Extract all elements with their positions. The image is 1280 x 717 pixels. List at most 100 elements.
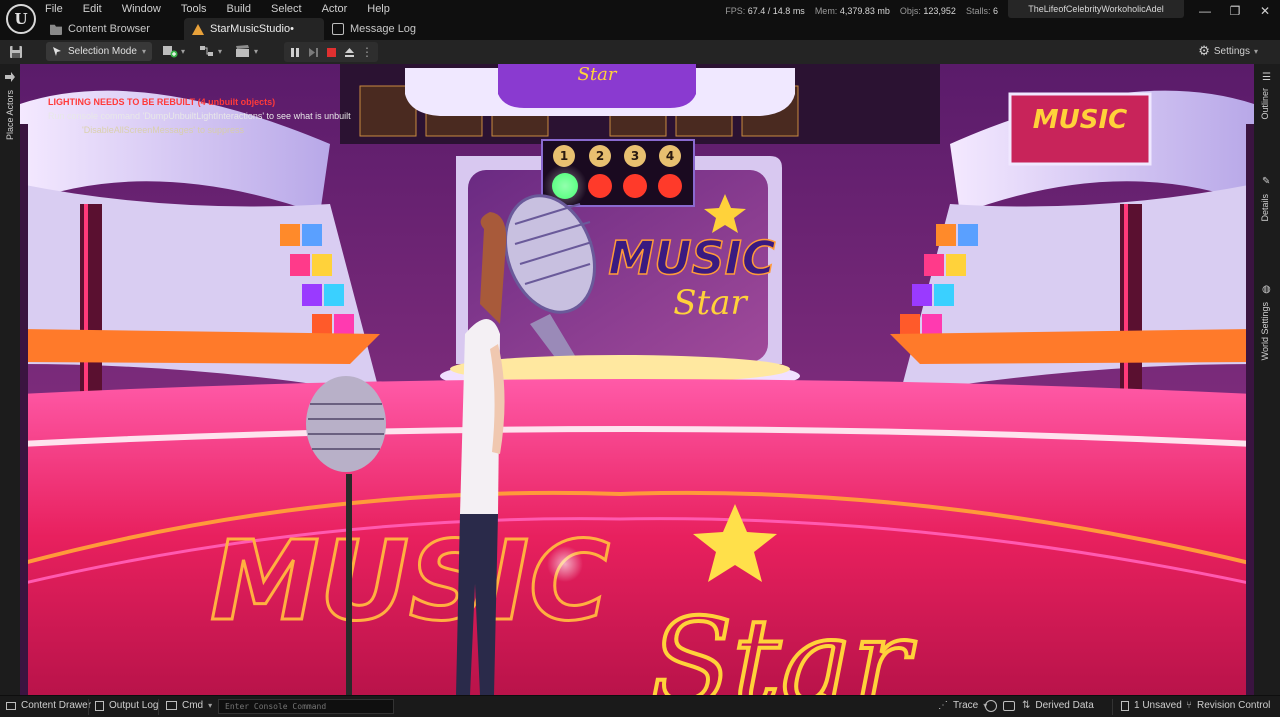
tab-label: StarMusicStudio•: [210, 23, 294, 35]
stop-button[interactable]: [322, 43, 340, 61]
window-controls: — ❐ ✕: [1190, 0, 1280, 22]
menu-edit[interactable]: Edit: [83, 3, 112, 15]
stop-icon: [326, 47, 336, 57]
main-menu: File Edit Window Tools Build Select Acto…: [45, 3, 410, 15]
suppress-hint: 'DisableAllScreenMessages' to suppress: [82, 125, 245, 135]
trace-label: Trace: [953, 700, 979, 711]
world-settings-tab[interactable]: World Settings: [1260, 302, 1270, 360]
file-icon: [1121, 700, 1129, 711]
close-button[interactable]: ✕: [1250, 0, 1280, 22]
screen-music-text: MUSIC: [608, 231, 775, 285]
add-actor-icon: [163, 46, 178, 58]
tab-content-browser[interactable]: Content Browser: [42, 18, 184, 40]
content-drawer-button[interactable]: Content Drawer: [6, 700, 91, 711]
right-sidebar: ☰ Outliner ✎ Details ◍ World Settings: [1254, 64, 1280, 695]
tab-star-music-studio[interactable]: StarMusicStudio•: [184, 18, 324, 40]
menu-build[interactable]: Build: [227, 3, 261, 15]
eject-button[interactable]: [340, 43, 358, 61]
unsaved-button[interactable]: 1 Unsaved: [1121, 700, 1182, 711]
settings-button[interactable]: ⚙ Settings ▾: [1198, 43, 1258, 59]
eject-icon: [344, 47, 354, 57]
chevron-down-icon: ▾: [208, 701, 213, 710]
output-log-button[interactable]: Output Log: [95, 700, 158, 711]
derived-data-label: Derived Data: [1035, 700, 1094, 711]
add-actor-button[interactable]: ▾: [162, 44, 185, 58]
outliner-tab[interactable]: Outliner: [1260, 88, 1270, 120]
branch-icon: ⑂: [1186, 700, 1192, 711]
chevron-down-icon: ▾: [141, 47, 146, 56]
level-icon: [192, 23, 204, 35]
top-sign-star-text: Star: [578, 64, 618, 85]
outliner-icon[interactable]: ☰: [1262, 72, 1271, 83]
menu-window[interactable]: Window: [122, 3, 171, 15]
project-name: TheLifeofCelebrityWorkoholicAdel: [1008, 0, 1184, 18]
menu-actor[interactable]: Actor: [322, 3, 358, 15]
mem-stat: Mem: 4,379.83 mb: [814, 6, 890, 16]
floor-star-text: Star: [650, 594, 916, 695]
place-actors-tab[interactable]: Place Actors: [5, 90, 15, 140]
trace-icon: ⋰: [938, 700, 948, 711]
menu-file[interactable]: File: [45, 3, 73, 15]
frame-skip-button[interactable]: [304, 43, 322, 61]
settings-label: Settings: [1213, 45, 1250, 57]
derived-data-button[interactable]: ⇅ Derived Data: [1022, 700, 1094, 711]
pause-button[interactable]: [286, 43, 304, 61]
revision-control-label: Revision Control: [1197, 700, 1271, 711]
divider: [158, 699, 159, 715]
score-1: 1: [560, 149, 568, 163]
objs-stat: Objs: 123,952: [899, 6, 956, 16]
title-bar: U File Edit Window Tools Build Select Ac…: [0, 0, 1280, 40]
record-icon[interactable]: [985, 700, 997, 712]
play-options-button[interactable]: ⋮: [358, 43, 376, 61]
level-viewport[interactable]: Star 1 2 3 4 MUSIC Star MUSIC MUSIC Star…: [20, 64, 1254, 695]
details-tab[interactable]: Details: [1260, 194, 1270, 222]
chevron-down-icon: ▾: [181, 46, 186, 56]
editor-tabs: Content Browser StarMusicStudio• Message…: [42, 18, 434, 40]
menu-tools[interactable]: Tools: [181, 3, 217, 15]
world-settings-icon[interactable]: ◍: [1262, 284, 1271, 295]
score-2: 2: [596, 149, 604, 163]
play-controls: ⋮: [284, 42, 378, 62]
perf-stats: FPS: 67.4 / 14.8 ms Mem: 4,379.83 mb Obj…: [725, 6, 998, 16]
floor-music-text: MUSIC: [210, 517, 610, 645]
unreal-logo-icon[interactable]: U: [6, 4, 36, 34]
lighting-warning: LIGHTING NEEDS TO BE REBUILT (4 unbuilt …: [48, 97, 276, 107]
screenshot-icon[interactable]: [1003, 701, 1015, 711]
menu-help[interactable]: Help: [367, 3, 400, 15]
revision-control-button[interactable]: ⑂ Revision Control: [1186, 700, 1270, 711]
details-icon[interactable]: ✎: [1262, 176, 1270, 187]
save-icon[interactable]: [8, 44, 24, 60]
chevron-down-icon: ▾: [254, 46, 259, 56]
terminal-icon: [166, 701, 177, 710]
console-command-input[interactable]: [218, 699, 394, 714]
screen-star-text: Star: [673, 283, 748, 323]
chevron-down-icon: ▾: [1253, 46, 1258, 56]
log-icon: [95, 700, 104, 711]
score-4: 4: [666, 149, 674, 163]
trace-button[interactable]: ⋰ Trace ▾: [938, 700, 987, 711]
menu-select[interactable]: Select: [271, 3, 312, 15]
chevron-down-icon: ▾: [218, 46, 223, 56]
divider: [1112, 699, 1113, 715]
level-toolbar: Selection Mode ▾ ▾ ▾ ▾ ⋮ ⚙ Settings ▾: [0, 40, 1280, 64]
scene-render: Star 1 2 3 4 MUSIC Star MUSIC MUSIC Star: [20, 64, 1254, 695]
selection-mode-label: Selection Mode: [68, 46, 137, 57]
pause-icon: [291, 47, 299, 57]
stalls-stat: Stalls: 6: [965, 6, 998, 16]
cinematics-button[interactable]: ▾: [235, 44, 258, 58]
output-log-label: Output Log: [109, 700, 159, 711]
status-bar: Content Drawer Output Log Cmd ▾ ⋰ Trace …: [0, 695, 1280, 717]
score-3: 3: [631, 149, 639, 163]
frame-skip-icon: [308, 47, 318, 57]
minimize-button[interactable]: —: [1190, 0, 1220, 22]
right-sign-music-text: MUSIC: [1033, 105, 1127, 135]
divider: [88, 699, 89, 715]
cmd-dropdown[interactable]: Cmd ▾: [166, 700, 212, 711]
restore-button[interactable]: ❐: [1220, 0, 1250, 22]
blueprints-button[interactable]: ▾: [199, 44, 222, 58]
unsaved-label: 1 Unsaved: [1134, 700, 1182, 711]
left-sidebar: Place Actors: [0, 64, 20, 695]
place-actors-icon[interactable]: [5, 72, 15, 82]
selection-mode-dropdown[interactable]: Selection Mode ▾: [46, 42, 152, 61]
tab-message-log[interactable]: Message Log: [324, 18, 434, 40]
